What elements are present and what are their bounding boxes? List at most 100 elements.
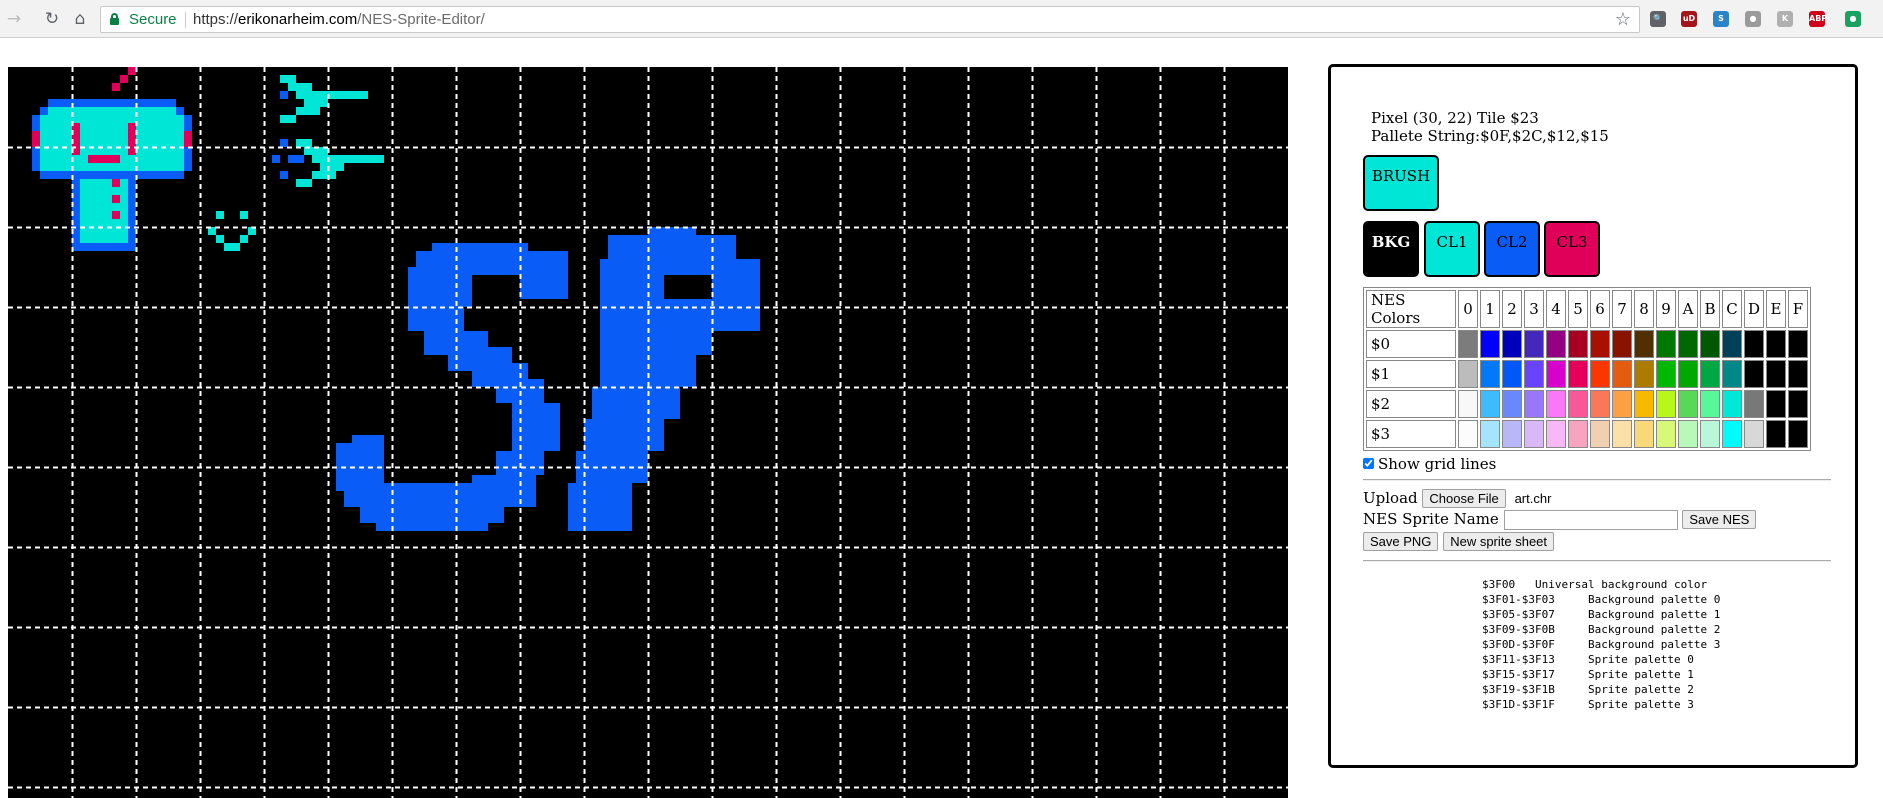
url-text[interactable]: https://erikonarheim.com/NES-Sprite-Edit…: [193, 11, 485, 28]
save-png-button[interactable]: Save PNG: [1363, 532, 1439, 551]
palette-color-swatch[interactable]: [1524, 330, 1544, 358]
color-button-cl3[interactable]: CL3: [1544, 221, 1600, 277]
show-grid-toggle[interactable]: Show grid lines: [1363, 455, 1496, 473]
show-grid-checkbox[interactable]: [1363, 458, 1374, 469]
palette-color-swatch[interactable]: [1656, 420, 1676, 448]
palette-color-swatch[interactable]: [1502, 390, 1522, 418]
palette-color-swatch[interactable]: [1722, 330, 1742, 358]
palette-color-swatch[interactable]: [1722, 360, 1742, 388]
search-ext-icon[interactable]: 🔍: [1650, 11, 1666, 27]
palette-color-swatch[interactable]: [1502, 360, 1522, 388]
green-ext-icon[interactable]: ●: [1845, 11, 1861, 27]
reload-icon[interactable]: ↻: [42, 9, 62, 29]
palette-color-swatch[interactable]: [1546, 330, 1566, 358]
color-button-cl2[interactable]: CL2: [1484, 221, 1540, 277]
palette-row: $2: [1366, 390, 1808, 418]
palette-color-swatch[interactable]: [1744, 420, 1764, 448]
palette-color-swatch[interactable]: [1700, 420, 1720, 448]
palette-color-swatch[interactable]: [1458, 390, 1478, 418]
palette-color-swatch[interactable]: [1656, 390, 1676, 418]
palette-color-swatch[interactable]: [1722, 390, 1742, 418]
palette-color-swatch[interactable]: [1700, 330, 1720, 358]
forward-icon[interactable]: →: [4, 9, 24, 29]
circle-ext-icon[interactable]: ●: [1745, 11, 1761, 27]
palette-color-swatch[interactable]: [1634, 390, 1654, 418]
palette-color-swatch[interactable]: [1546, 420, 1566, 448]
palette-color-swatch[interactable]: [1502, 420, 1522, 448]
palette-color-swatch[interactable]: [1502, 330, 1522, 358]
palette-color-swatch[interactable]: [1744, 360, 1764, 388]
palette-color-swatch[interactable]: [1480, 390, 1500, 418]
new-sprite-sheet-button[interactable]: New sprite sheet: [1443, 532, 1555, 551]
palette-color-swatch[interactable]: [1678, 330, 1698, 358]
palette-color-swatch[interactable]: [1612, 390, 1632, 418]
color-button-bkg[interactable]: BKG: [1363, 221, 1419, 277]
sprite-name-input[interactable]: [1503, 510, 1678, 530]
sprite-canvas-drawing[interactable]: [8, 67, 1288, 798]
palette-color-swatch[interactable]: [1678, 420, 1698, 448]
palette-color-swatch[interactable]: [1744, 330, 1764, 358]
bookmark-star-icon[interactable]: ☆: [1615, 9, 1631, 30]
palette-color-swatch[interactable]: [1700, 360, 1720, 388]
brush-button[interactable]: BRUSH: [1363, 155, 1439, 211]
palette-color-swatch[interactable]: [1524, 420, 1544, 448]
sprite-name-label: NES Sprite Name: [1363, 510, 1499, 528]
palette-color-swatch[interactable]: [1458, 360, 1478, 388]
palette-color-swatch[interactable]: [1590, 420, 1610, 448]
palette-color-swatch[interactable]: [1766, 360, 1786, 388]
palette-color-swatch[interactable]: [1524, 360, 1544, 388]
save-nes-button[interactable]: Save NES: [1682, 510, 1757, 529]
palette-color-swatch[interactable]: [1788, 390, 1808, 418]
palette-color-swatch[interactable]: [1480, 330, 1500, 358]
palette-color-swatch[interactable]: [1678, 360, 1698, 388]
ship-sprite-pixel: [320, 91, 368, 99]
palette-color-swatch[interactable]: [1612, 420, 1632, 448]
palette-color-swatch[interactable]: [1634, 360, 1654, 388]
palette-color-swatch[interactable]: [1590, 360, 1610, 388]
ublock-icon[interactable]: uD: [1681, 11, 1697, 27]
sp-letter-pixel: [360, 507, 504, 523]
palette-color-swatch[interactable]: [1568, 390, 1588, 418]
palette-color-swatch[interactable]: [1766, 420, 1786, 448]
choose-file-button[interactable]: Choose File: [1422, 489, 1506, 508]
address-map-line: $3F1D-$3F1F Sprite palette 3: [1482, 698, 1694, 711]
palette-color-swatch[interactable]: [1788, 420, 1808, 448]
color-button-cl1[interactable]: CL1: [1424, 221, 1480, 277]
palette-color-swatch[interactable]: [1612, 330, 1632, 358]
palette-color-swatch[interactable]: [1744, 390, 1764, 418]
palette-color-swatch[interactable]: [1656, 360, 1676, 388]
palette-color-swatch[interactable]: [1480, 360, 1500, 388]
palette-color-swatch[interactable]: [1678, 390, 1698, 418]
s-ext-icon[interactable]: S: [1713, 11, 1729, 27]
address-bar[interactable]: Secure https://erikonarheim.com/NES-Spri…: [100, 6, 1640, 33]
palette-color-swatch[interactable]: [1656, 330, 1676, 358]
palette-color-swatch[interactable]: [1634, 330, 1654, 358]
palette-row-label: $3: [1366, 420, 1456, 448]
palette-color-swatch[interactable]: [1766, 390, 1786, 418]
palette-color-swatch[interactable]: [1524, 390, 1544, 418]
sp-letter-pixel: [352, 435, 384, 451]
adblock-plus-icon[interactable]: ABP: [1809, 11, 1827, 27]
home-icon[interactable]: ⌂: [70, 9, 90, 29]
palette-color-swatch[interactable]: [1568, 330, 1588, 358]
palette-color-swatch[interactable]: [1700, 390, 1720, 418]
palette-color-swatch[interactable]: [1788, 330, 1808, 358]
k-ext-icon[interactable]: K: [1777, 11, 1793, 27]
palette-color-swatch[interactable]: [1568, 360, 1588, 388]
palette-color-swatch[interactable]: [1458, 420, 1478, 448]
palette-color-swatch[interactable]: [1546, 360, 1566, 388]
palette-color-swatch[interactable]: [1590, 390, 1610, 418]
palette-color-swatch[interactable]: [1766, 330, 1786, 358]
palette-color-swatch[interactable]: [1480, 420, 1500, 448]
palette-color-swatch[interactable]: [1788, 360, 1808, 388]
palette-color-swatch[interactable]: [1458, 330, 1478, 358]
ship-sprite-pixel: [272, 155, 280, 163]
palette-color-swatch[interactable]: [1612, 360, 1632, 388]
palette-color-swatch[interactable]: [1722, 420, 1742, 448]
sprite-canvas[interactable]: [8, 67, 1288, 798]
palette-color-swatch[interactable]: [1568, 420, 1588, 448]
palette-color-swatch[interactable]: [1546, 390, 1566, 418]
sp-letter-pixel: [584, 419, 664, 451]
palette-color-swatch[interactable]: [1590, 330, 1610, 358]
palette-color-swatch[interactable]: [1634, 420, 1654, 448]
